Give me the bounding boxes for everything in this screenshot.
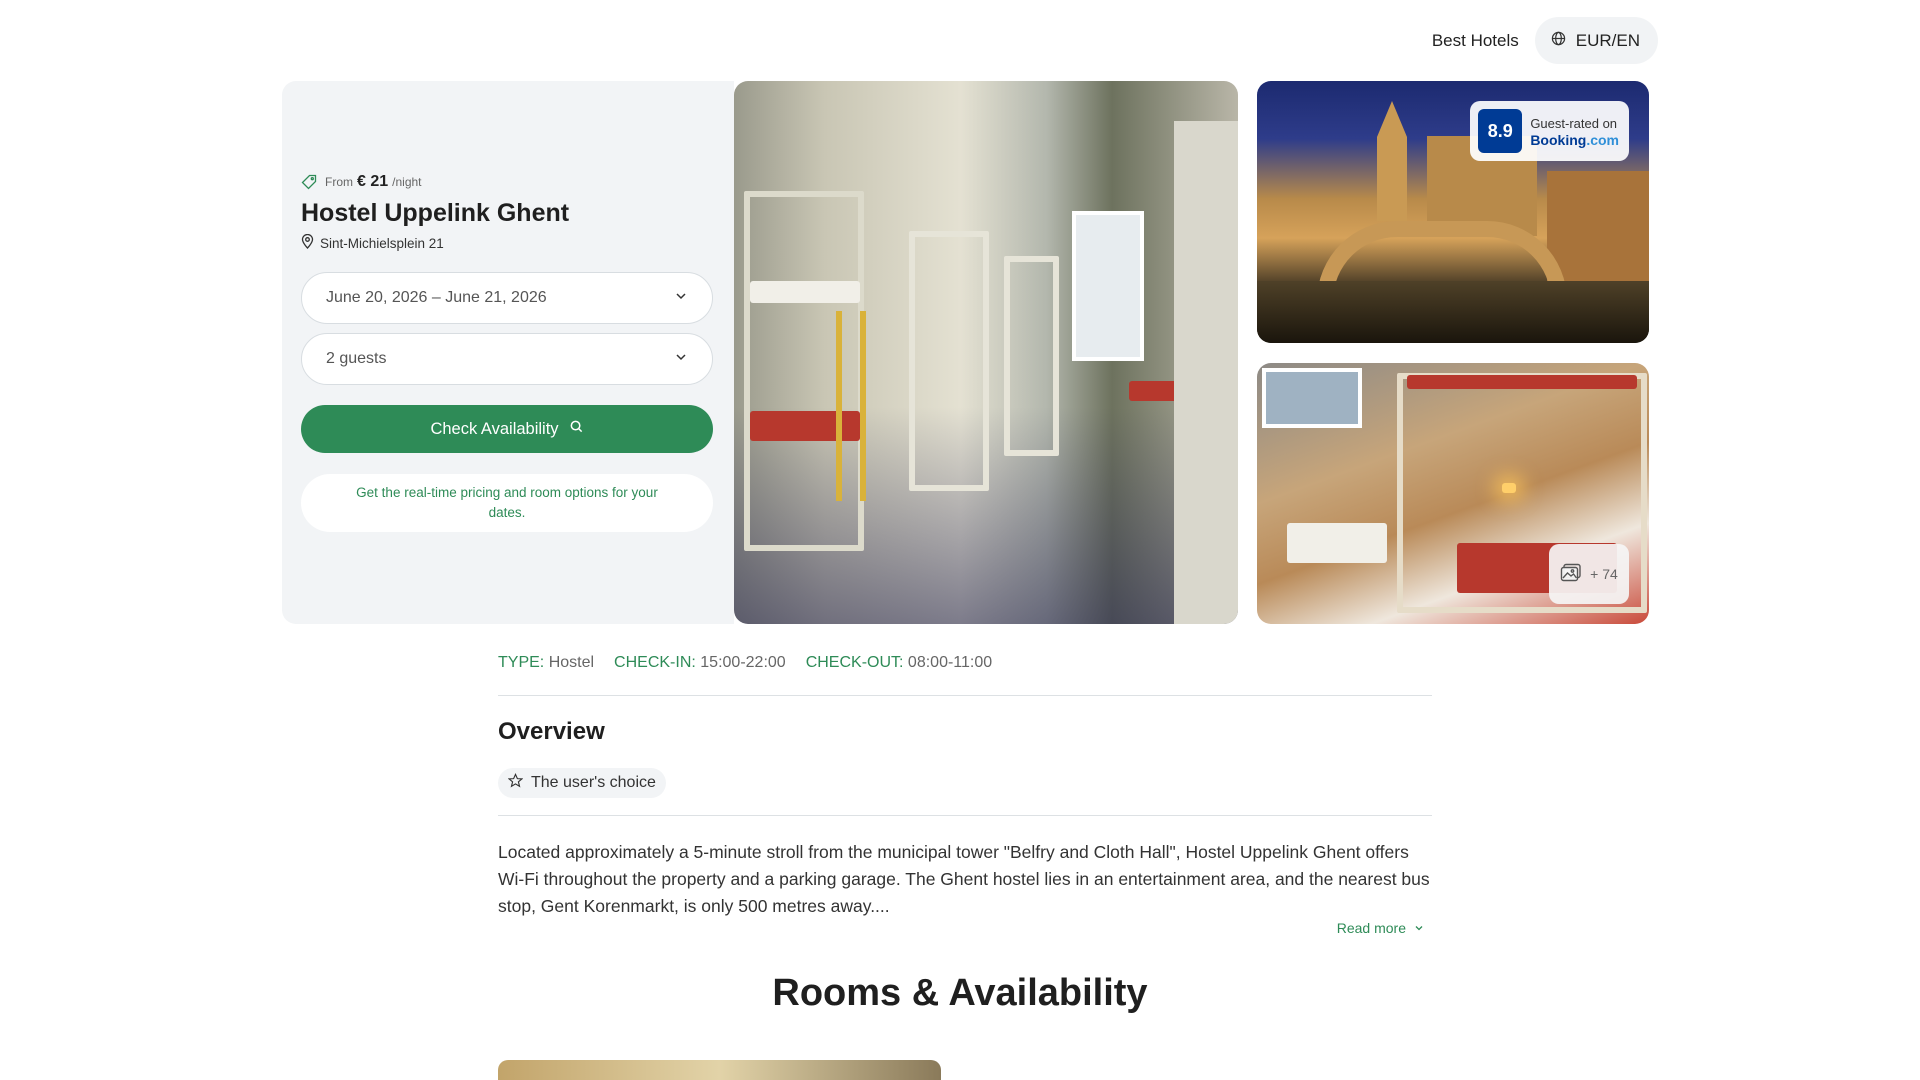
guests-value: 2 guests <box>326 350 387 367</box>
hotel-name: Hostel Uppelink Ghent <box>301 199 570 227</box>
check-availability-button[interactable]: Check Availability <box>301 405 713 453</box>
gallery-icon <box>1560 563 1582 586</box>
check-availability-label: Check Availability <box>430 419 559 438</box>
wall-lamp <box>1502 483 1516 493</box>
divider <box>498 695 1432 696</box>
currency-language-label: EUR/EN <box>1575 30 1640 50</box>
bunk-bed-frame <box>909 231 989 491</box>
address: Sint-Michielsplein 21 <box>301 233 444 252</box>
more-photos-count: + 74 <box>1590 566 1618 582</box>
chevron-down-icon <box>674 350 688 369</box>
hero-section: From € 21 /night Hostel Uppelink Ghent S… <box>282 81 1649 624</box>
hotel-meta: TYPE: Hostel CHECK-IN: 15:00-22:00 CHECK… <box>498 654 992 672</box>
divider <box>498 815 1432 816</box>
best-hotels-link[interactable]: Best Hotels <box>1432 31 1519 51</box>
location-pin-icon <box>301 233 314 252</box>
rating-score: 8.9 <box>1478 109 1523 153</box>
date-range-value: June 20, 2026 – June 21, 2026 <box>326 289 547 306</box>
room-window <box>1262 368 1362 428</box>
church-spire <box>1377 101 1407 221</box>
bunk-bed-frame <box>1004 256 1059 456</box>
price-suffix: /night <box>392 175 422 189</box>
booking-rating-badge: 8.9 Guest-rated on Booking.com <box>1470 101 1629 161</box>
meta-checkout: CHECK-OUT: 08:00-11:00 <box>805 654 993 671</box>
top-bar: Best Hotels EUR/EN <box>1432 17 1658 64</box>
read-more-label: Read more <box>1336 920 1406 936</box>
lower-mattress <box>1287 523 1387 563</box>
dorm-window <box>1072 211 1144 361</box>
meta-type: TYPE: Hostel <box>498 654 595 671</box>
date-range-select[interactable]: June 20, 2026 – June 21, 2026 <box>301 272 713 324</box>
overview-title: Overview <box>498 718 605 745</box>
upper-mattress <box>1407 375 1637 389</box>
address-text: Sint-Michielsplein 21 <box>320 235 444 251</box>
search-icon <box>569 419 584 439</box>
users-choice-label: The user's choice <box>531 774 656 791</box>
price-prefix: From <box>325 175 353 189</box>
price-tag-icon <box>301 174 317 190</box>
main-photo-dorm[interactable] <box>734 81 1238 624</box>
read-more-link[interactable]: Read more <box>1337 920 1424 936</box>
overview-description: Located approximately a 5-minute stroll … <box>498 842 1430 916</box>
meta-checkin: CHECK-IN: 15:00-22:00 <box>614 654 786 671</box>
price-amount: € 21 <box>357 173 389 190</box>
room-card-image[interactable] <box>498 1060 941 1080</box>
canal-water <box>1257 281 1649 343</box>
upper-mattress <box>750 281 860 303</box>
pricing-hint: Get the real-time pricing and room optio… <box>301 474 713 532</box>
bunk-ladder <box>836 311 866 501</box>
guests-select[interactable]: 2 guests <box>301 333 713 385</box>
locker-wall <box>1174 121 1238 624</box>
rooms-availability-title: Rooms & Availability <box>772 972 1148 1014</box>
booking-logo: Booking.com <box>1530 131 1619 148</box>
gabled-houses <box>1547 171 1649 281</box>
globe-icon <box>1551 31 1566 51</box>
chevron-down-icon <box>1414 920 1424 936</box>
chevron-down-icon <box>674 289 688 308</box>
more-photos-button[interactable]: + 74 <box>1549 544 1629 604</box>
exterior-photo-ghent[interactable]: 8.9 Guest-rated on Booking.com <box>1257 81 1649 343</box>
rating-label: Guest-rated on <box>1530 115 1618 131</box>
booking-panel: From € 21 /night Hostel Uppelink Ghent S… <box>282 81 734 624</box>
room-photo-bunks[interactable]: + 74 <box>1257 363 1649 624</box>
price-row: From € 21 /night <box>301 173 422 191</box>
users-choice-badge: The user's choice <box>498 768 666 798</box>
star-icon <box>507 773 524 793</box>
currency-language-button[interactable]: EUR/EN <box>1534 17 1658 64</box>
